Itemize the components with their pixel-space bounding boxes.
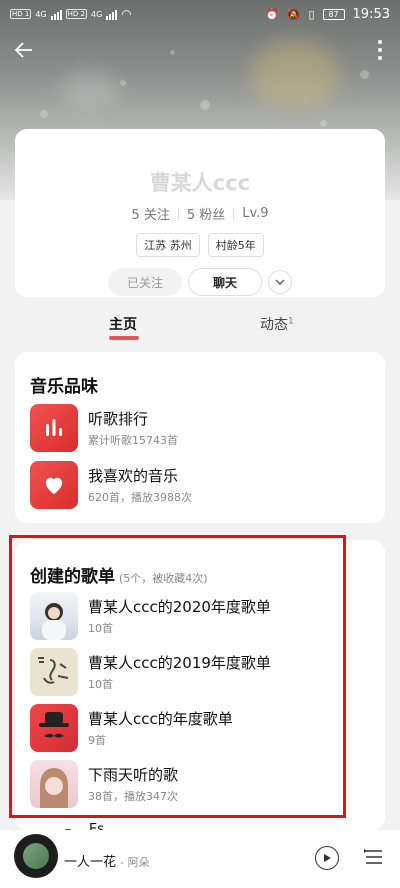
- chat-button[interactable]: 聊天: [188, 268, 262, 296]
- liked-music-item[interactable]: 我喜欢的音乐 620首，播放3988次: [30, 461, 370, 509]
- chevron-down-icon[interactable]: [268, 270, 292, 294]
- followed-button[interactable]: 已关注: [108, 268, 182, 296]
- location-tag: 江苏 苏州: [136, 233, 200, 257]
- play-icon[interactable]: [315, 846, 339, 870]
- profile-actions: 已关注 聊天: [15, 268, 385, 296]
- tab-home[interactable]: 主页: [109, 314, 139, 340]
- music-taste-card: 音乐品味 听歌排行 累计听歌15743首 我喜欢的音乐 620首，播放3988次: [15, 352, 385, 523]
- alarm-icon: ⏰: [265, 7, 279, 21]
- divider: [233, 207, 235, 220]
- mini-player[interactable]: 一人一花 - 阿朵: [0, 830, 400, 888]
- more-vertical-icon[interactable]: [378, 40, 382, 60]
- item-title: 我喜欢的音乐: [88, 467, 179, 485]
- song-title: 一人一花: [64, 855, 117, 870]
- battery-icon: 87: [322, 8, 345, 20]
- hd2-indicator: HD 2: [65, 9, 87, 19]
- network-1: 4G: [35, 9, 47, 19]
- tab-activity[interactable]: 动态1: [260, 314, 294, 334]
- bar-chart-icon: [30, 404, 78, 452]
- heart-icon: [30, 461, 78, 509]
- network-2: 4G: [90, 9, 103, 19]
- mute-icon: 🔕: [286, 7, 301, 21]
- profile-stats: 5 关注 5 粉丝 Lv.9: [15, 204, 385, 223]
- highlight-box: [9, 535, 346, 818]
- vibrate-icon: ▯: [308, 7, 315, 21]
- playlist-icon[interactable]: [364, 848, 384, 866]
- item-title: 听歌排行: [88, 410, 149, 428]
- followers-count[interactable]: 5 粉丝: [187, 204, 225, 223]
- signal-icon: [50, 9, 62, 20]
- now-playing: 一人一花 - 阿朵: [64, 851, 150, 870]
- divider: [177, 207, 179, 220]
- profile-tags: 江苏 苏州 村龄5年: [15, 233, 385, 257]
- back-arrow-icon[interactable]: [14, 40, 34, 65]
- listening-rank-item[interactable]: 听歌排行 累计听歌15743首: [30, 404, 370, 452]
- signal-icon-2: [106, 9, 118, 20]
- album-disc[interactable]: [14, 834, 58, 878]
- hd1-indicator: HD 1: [10, 9, 32, 19]
- profile-name: 曹某人ccc: [149, 171, 251, 195]
- tab-activity-label: 动态: [260, 317, 288, 333]
- activity-badge: 1: [288, 316, 294, 327]
- tab-home-label: 主页: [109, 317, 137, 333]
- user-level[interactable]: Lv.9: [242, 206, 268, 221]
- following-count[interactable]: 5 关注: [131, 204, 169, 223]
- status-bar: HD 1 4G HD 2 4G ◠ ⏰ 🔕 ▯ 87 19:53: [0, 0, 400, 28]
- item-subtitle: 620首，播放3988次: [88, 491, 192, 504]
- wifi-icon: ◠: [121, 7, 132, 21]
- item-subtitle: 累计听歌15743首: [88, 434, 178, 447]
- clock: 19:53: [352, 6, 390, 22]
- music-taste-title: 音乐品味: [30, 377, 98, 397]
- profile-card: 曹某人ccc 5 关注 5 粉丝 Lv.9 江苏 苏州 村龄5年 已关注 聊天: [15, 129, 385, 297]
- profile-tabs: 主页 动态1: [0, 314, 400, 344]
- age-tag: 村龄5年: [207, 233, 264, 257]
- tab-indicator: [109, 336, 139, 340]
- song-artist: - 阿朵: [120, 856, 150, 869]
